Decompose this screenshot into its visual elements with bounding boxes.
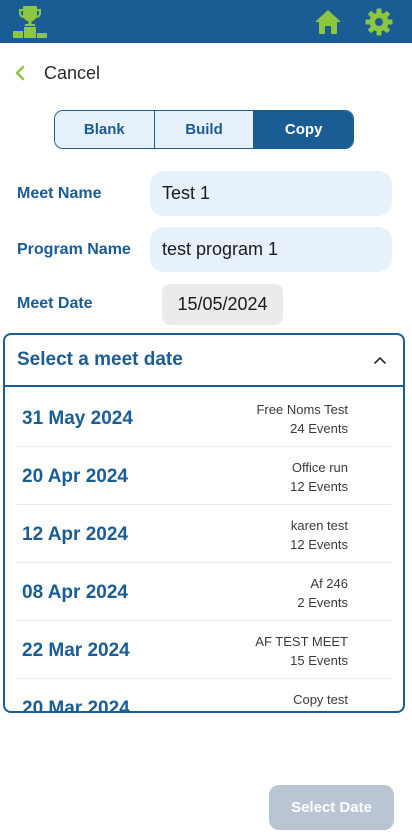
home-icon[interactable] xyxy=(314,9,342,35)
tab-build[interactable]: Build xyxy=(153,111,254,148)
select-date-button[interactable]: Select Date xyxy=(269,785,394,830)
mode-segmented-control: Blank Build Copy xyxy=(54,110,354,149)
list-item[interactable]: 08 Apr 2024 Af 246 2 Events xyxy=(5,563,403,621)
item-date: 20 Mar 2024 xyxy=(22,698,130,713)
trophy-podium-icon xyxy=(13,6,47,38)
tab-copy[interactable]: Copy xyxy=(253,111,353,148)
chevron-up-icon xyxy=(374,357,386,364)
item-event-count: 12 Events xyxy=(290,537,348,552)
program-name-field[interactable]: test program 1 xyxy=(150,227,392,272)
meet-name-label: Meet Name xyxy=(17,185,102,202)
item-event-count: 24 Events xyxy=(290,421,348,436)
item-event-count: 12 Events xyxy=(290,479,348,494)
cancel-label: Cancel xyxy=(44,62,101,83)
cancel-button[interactable]: Cancel xyxy=(10,58,100,88)
app-header xyxy=(0,0,412,43)
picker-header[interactable]: Select a meet date xyxy=(5,335,403,387)
item-meet-name: Af 246 xyxy=(310,576,348,591)
item-meet-name: Office run xyxy=(291,460,348,475)
list-item[interactable]: 31 May 2024 Free Noms Test 24 Events xyxy=(5,389,403,447)
tab-blank[interactable]: Blank xyxy=(55,111,154,148)
meet-date-picker: Select a meet date 31 May 2024 Free Noms… xyxy=(3,333,405,713)
item-date: 12 Apr 2024 xyxy=(22,524,128,545)
item-date: 20 Apr 2024 xyxy=(22,466,128,487)
item-meet-name: AF TEST MEET xyxy=(255,634,348,649)
item-meet-name: karen test xyxy=(290,518,348,533)
program-name-label: Program Name xyxy=(17,241,131,258)
item-date: 22 Mar 2024 xyxy=(22,640,130,661)
gear-icon[interactable] xyxy=(365,8,393,36)
list-item[interactable]: 22 Mar 2024 AF TEST MEET 15 Events xyxy=(5,621,403,679)
meet-date-field[interactable]: 15/05/2024 xyxy=(162,284,283,325)
list-item[interactable]: 12 Apr 2024 karen test 12 Events xyxy=(5,505,403,563)
list-item[interactable]: 20 Mar 2024 Copy test xyxy=(5,679,403,713)
list-item[interactable]: 20 Apr 2024 Office run 12 Events xyxy=(5,447,403,505)
picker-title: Select a meet date xyxy=(17,349,183,370)
meet-date-label: Meet Date xyxy=(17,295,93,312)
meet-name-field[interactable]: Test 1 xyxy=(150,171,392,216)
item-date: 08 Apr 2024 xyxy=(22,582,128,603)
item-meet-name: Free Noms Test xyxy=(256,402,348,417)
item-event-count: 15 Events xyxy=(290,653,348,668)
item-meet-name: Copy test xyxy=(293,692,348,707)
item-date: 31 May 2024 xyxy=(22,408,133,429)
chevron-left-icon xyxy=(15,65,25,81)
item-event-count: 2 Events xyxy=(297,595,348,610)
